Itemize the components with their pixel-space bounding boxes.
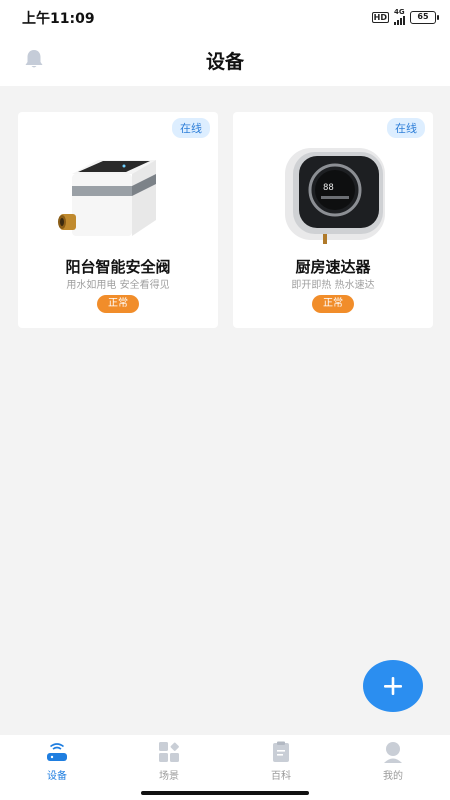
hd-icon: HD xyxy=(371,11,389,23)
device-description: 用水如用电 安全看得见 xyxy=(66,280,170,291)
state-badge: 正常 xyxy=(312,295,354,313)
device-name: 厨房速达器 xyxy=(295,258,371,276)
document-icon xyxy=(273,741,289,762)
tab-label: 百科 xyxy=(271,771,291,782)
state-badge: 正常 xyxy=(97,295,139,313)
status-icons: HD 4G 65 xyxy=(371,9,439,25)
tab-label: 场景 xyxy=(159,771,179,782)
tab-scenes[interactable]: 场景 xyxy=(134,740,204,788)
signal-icon: 4G xyxy=(394,9,405,25)
battery-icon: 65 xyxy=(410,10,439,24)
add-device-button[interactable] xyxy=(363,660,423,712)
device-card-heater[interactable]: 在线 88 厨房速达器 即开即热 热水速达 正常 xyxy=(233,112,433,328)
router-icon xyxy=(47,743,67,761)
smart-valve-image xyxy=(58,160,156,236)
tab-label: 设备 xyxy=(47,771,67,782)
svg-text:88: 88 xyxy=(323,183,334,193)
tab-label: 我的 xyxy=(383,771,403,782)
network-type: 4G xyxy=(394,8,405,16)
page-title: 设备 xyxy=(205,51,244,73)
tab-devices[interactable]: 设备 xyxy=(22,740,92,788)
device-name: 阳台智能安全阀 xyxy=(65,258,171,276)
plus-icon xyxy=(363,660,423,712)
home-indicator xyxy=(141,791,309,795)
device-description: 即开即热 热水速达 xyxy=(291,280,375,291)
tab-encyclopedia[interactable]: 百科 xyxy=(246,740,316,788)
device-card-valve[interactable]: 在线 阳台智能安全阀 用水如用电 安全看得见 正常 xyxy=(18,112,218,328)
user-icon xyxy=(384,742,402,763)
grid-icon xyxy=(159,742,179,762)
status-bar: 上午11:09 HD 4G 65 xyxy=(0,0,450,34)
tab-profile[interactable]: 我的 xyxy=(358,740,428,788)
status-time: 上午11:09 xyxy=(22,11,95,27)
signal-bars-icon xyxy=(394,16,405,25)
water-heater-image: 88 xyxy=(285,148,385,244)
top-bar: 上午11:09 HD 4G 65 设备 xyxy=(0,0,450,86)
